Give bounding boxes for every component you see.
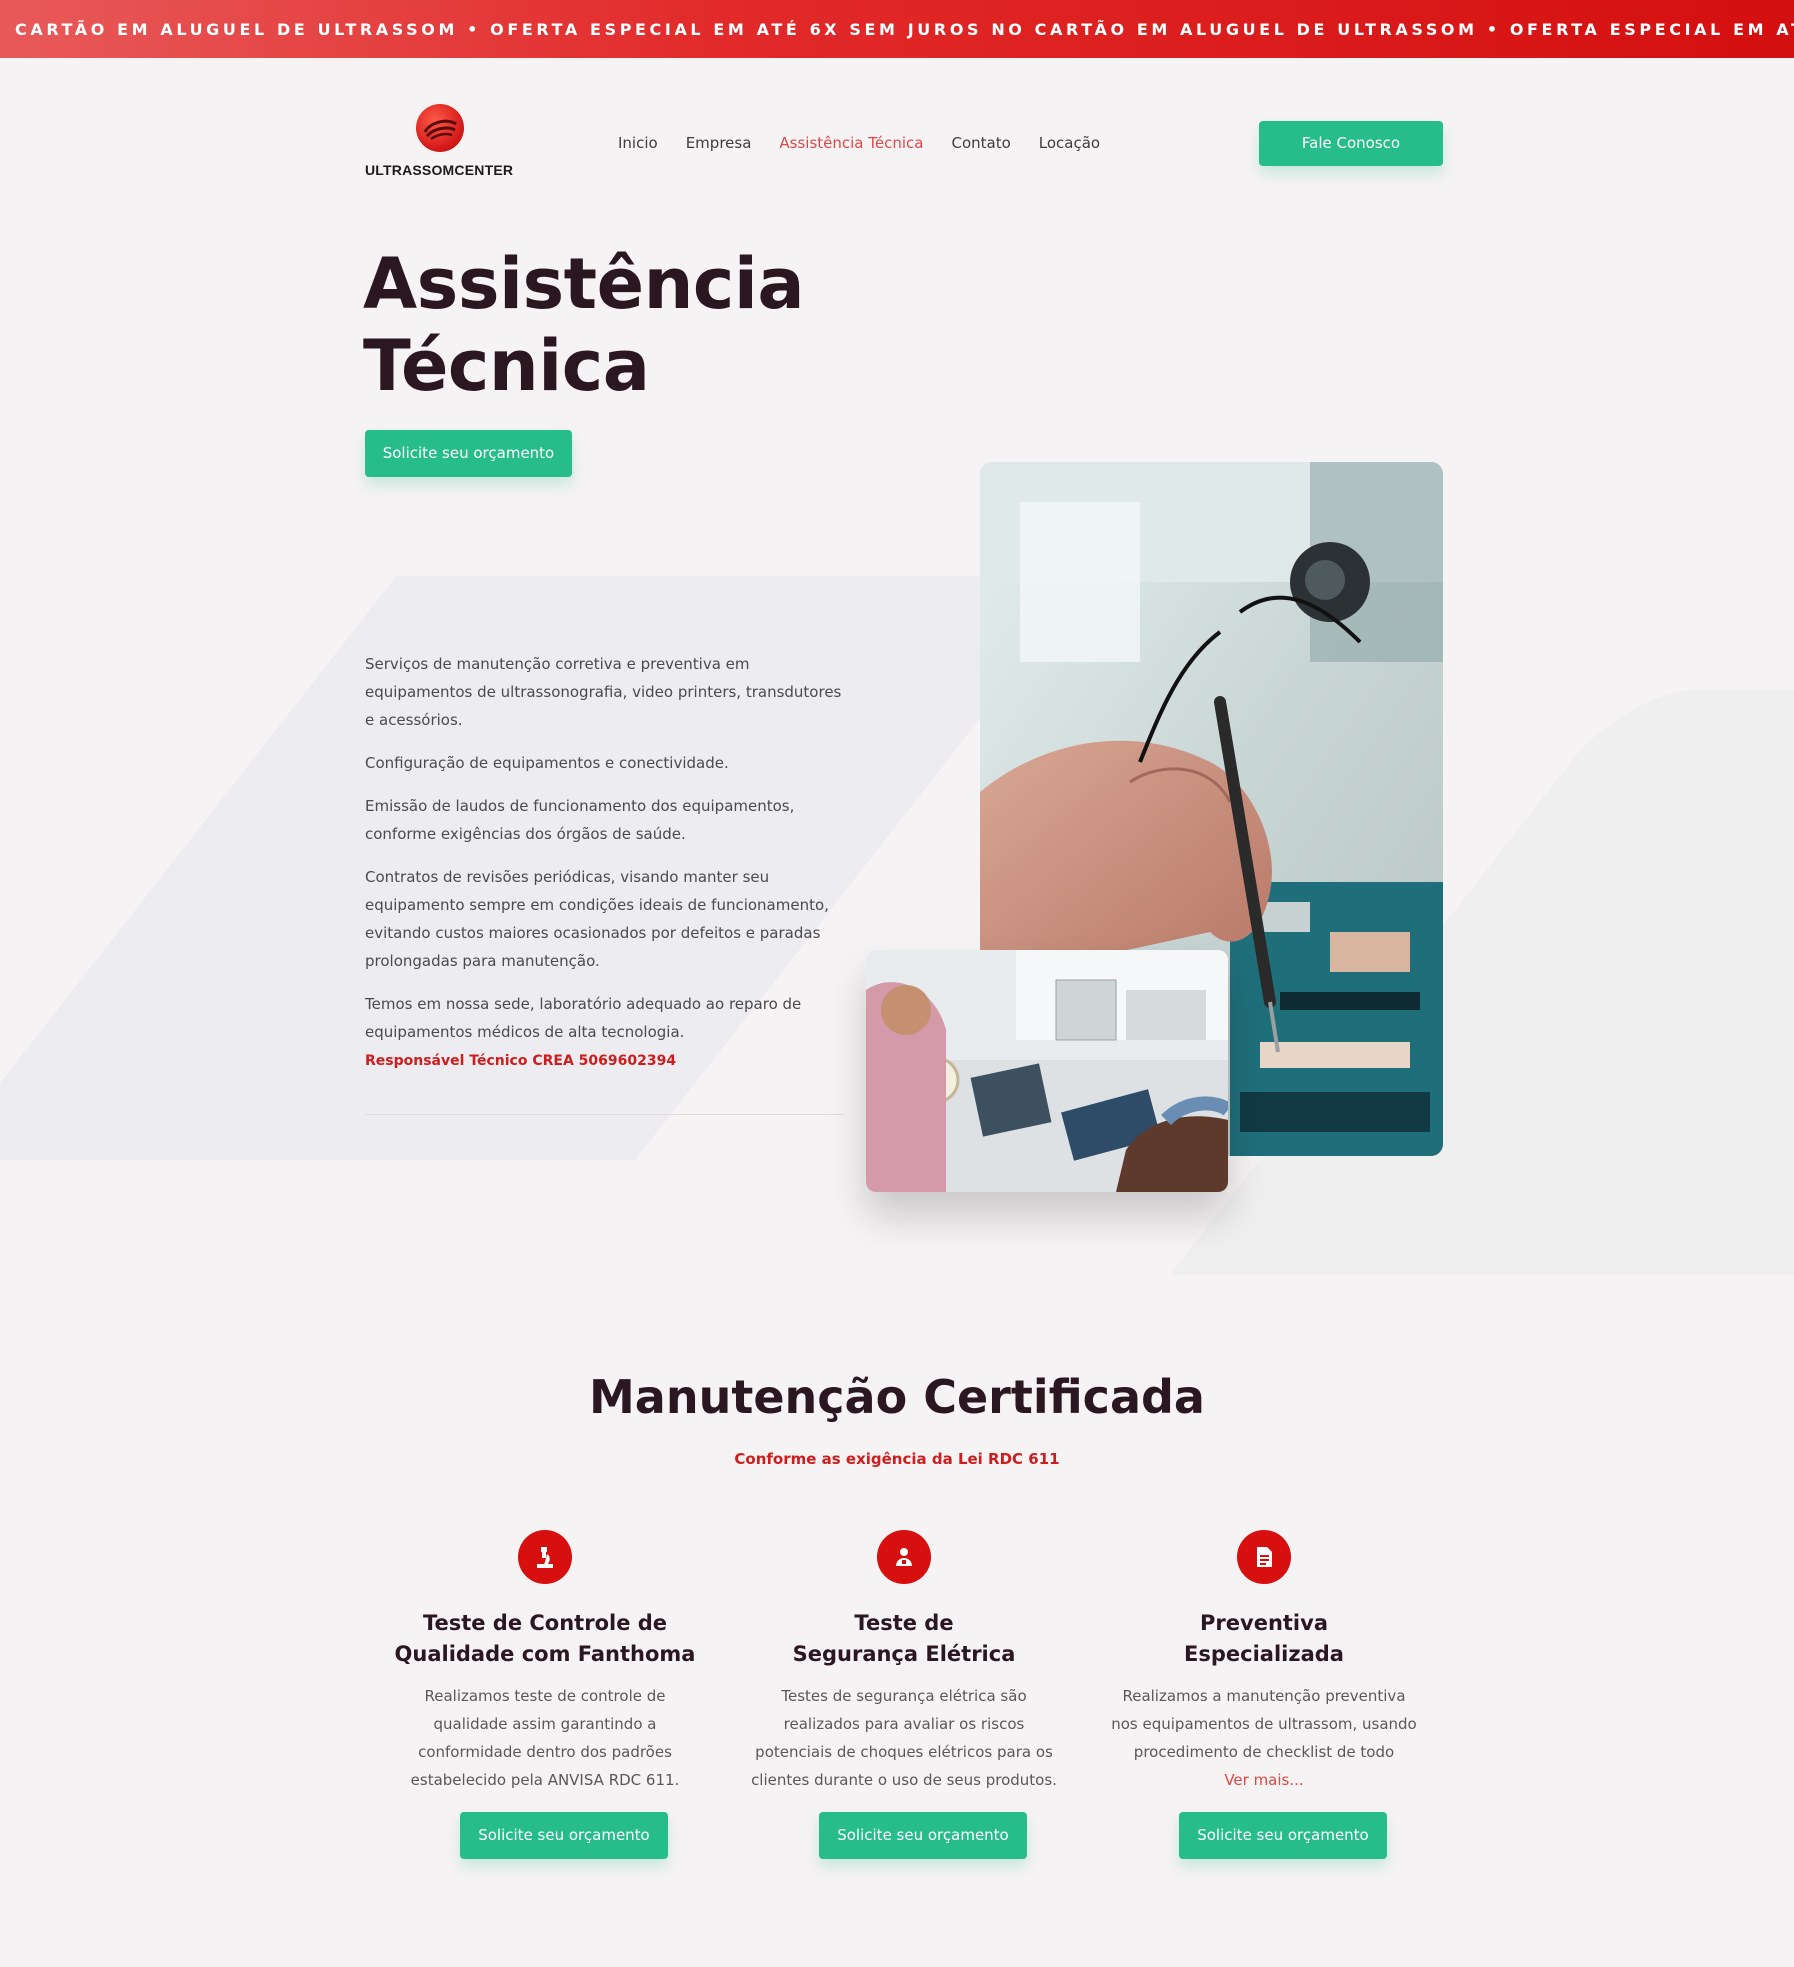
- nav-item-assistencia-tecnica[interactable]: Assistência Técnica: [779, 134, 923, 152]
- card-text: Realizamos teste de controle de qualidad…: [410, 1687, 680, 1789]
- page-title: Assistência Técnica: [363, 243, 805, 407]
- promo-ticker-text: CARTÃO EM ALUGUEL DE ULTRASSOM • OFERTA …: [15, 20, 1794, 39]
- logo-text: ULTRASSOMCENTER: [365, 162, 514, 178]
- promo-ticker: CARTÃO EM ALUGUEL DE ULTRASSOM • OFERTA …: [0, 0, 1794, 58]
- card-quote-button[interactable]: Solicite seu orçamento: [460, 1812, 668, 1859]
- section-title: Manutenção Certificada: [589, 1370, 1205, 1424]
- document-icon: [1237, 1530, 1291, 1584]
- service-card-preventive: Preventiva Especializada Realizamos a man…: [1094, 1530, 1434, 1859]
- nav-item-empresa[interactable]: Empresa: [686, 134, 752, 152]
- card-title: Teste de Controle de Qualidade com Fantho…: [394, 1611, 696, 1666]
- logo-mark-icon: [416, 104, 464, 152]
- user-doctor-icon: [877, 1530, 931, 1584]
- service-card-quality: Teste de Controle de Qualidade com Fantho…: [375, 1530, 715, 1859]
- section-subtitle: Conforme as exigência da Lei RDC 611: [734, 1450, 1060, 1468]
- hero-paragraph: Contratos de revisões periódicas, visand…: [365, 868, 829, 970]
- hero-paragraph: Temos em nossa sede, laboratório adequad…: [365, 995, 802, 1041]
- card-quote-button[interactable]: Solicite seu orçamento: [819, 1812, 1027, 1859]
- hero-paragraph: Serviços de manutenção corretiva e preve…: [365, 655, 842, 729]
- card-title: Preventiva Especializada: [1184, 1611, 1344, 1666]
- hero-paragraph: Emissão de laudos de funcionamento dos e…: [365, 797, 795, 843]
- main-nav: Inicio Empresa Assistência Técnica Conta…: [618, 134, 1128, 152]
- technical-responsible: Responsável Técnico CREA 5069602394: [365, 1053, 677, 1069]
- see-more-link[interactable]: Ver mais...: [1224, 1771, 1303, 1789]
- hero-paragraph: Configuração de equipamentos e conectivi…: [365, 754, 729, 772]
- lab-workbench-photo: [866, 950, 1228, 1192]
- hero-description: Serviços de manutenção corretiva e preve…: [365, 650, 845, 1061]
- microscope-icon: [518, 1530, 572, 1584]
- nav-item-inicio[interactable]: Inicio: [618, 134, 658, 152]
- nav-item-contato[interactable]: Contato: [951, 134, 1010, 152]
- nav-item-locacao[interactable]: Locação: [1039, 134, 1100, 152]
- fale-conosco-button[interactable]: Fale Conosco: [1259, 121, 1443, 166]
- card-text: Realizamos a manutenção preventiva nos e…: [1111, 1687, 1417, 1789]
- hero-quote-button[interactable]: Solicite seu orçamento: [365, 430, 572, 477]
- divider: [365, 1114, 843, 1115]
- card-title: Teste de Segurança Elétrica: [792, 1611, 1016, 1666]
- card-text: Testes de segurança elétrica são realiza…: [751, 1687, 1057, 1789]
- logo[interactable]: ULTRASSOMCENTER: [365, 104, 525, 184]
- card-quote-button[interactable]: Solicite seu orçamento: [1179, 1812, 1387, 1859]
- service-card-electrical: Teste de Segurança Elétrica Testes de seg…: [734, 1530, 1074, 1859]
